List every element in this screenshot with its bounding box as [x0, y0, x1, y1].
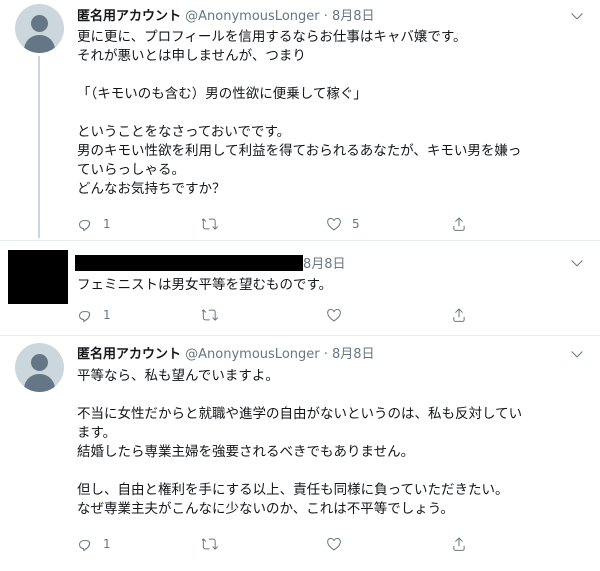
- tweet-header: 8月8日: [75, 255, 346, 274]
- tweet-actions: 1: [0, 534, 600, 554]
- like-icon: [326, 216, 342, 232]
- user-handle[interactable]: @AnonymousLonger: [185, 9, 319, 24]
- share-icon: [451, 216, 467, 232]
- reply-count: 1: [103, 537, 111, 551]
- like-count: 5: [352, 217, 360, 231]
- tweet-date[interactable]: 8月8日: [303, 257, 346, 272]
- retweet-button[interactable]: [202, 534, 228, 554]
- separator-dot: ·: [319, 9, 333, 24]
- default-avatar-icon[interactable]: [15, 343, 64, 392]
- like-icon: [326, 307, 342, 323]
- retweet-icon: [202, 216, 218, 232]
- tweet-2[interactable]: 8月8日 フェミニストは男女平等を望むものです。 1: [0, 241, 600, 333]
- like-button[interactable]: [326, 534, 352, 554]
- display-name[interactable]: 匿名用アカウント: [77, 9, 181, 24]
- reply-count: 1: [103, 308, 111, 322]
- share-button[interactable]: [451, 305, 467, 325]
- reply-button[interactable]: 1: [77, 534, 111, 554]
- like-button[interactable]: [326, 305, 352, 325]
- chevron-down-icon[interactable]: [569, 255, 585, 271]
- tweet-header: 匿名用アカウント @AnonymousLonger · 8月8日: [77, 346, 375, 364]
- reply-button[interactable]: 1: [77, 214, 111, 234]
- reply-icon: [77, 536, 93, 552]
- share-button[interactable]: [451, 534, 467, 554]
- share-button[interactable]: [451, 214, 467, 234]
- tweet-text: フェミニストは男女平等を望むものです。: [77, 277, 333, 293]
- like-button[interactable]: 5: [326, 214, 360, 234]
- tweet-date[interactable]: 8月8日: [332, 347, 375, 362]
- tweet-actions: 1 5: [0, 214, 600, 234]
- reply-button[interactable]: 1: [77, 305, 111, 325]
- share-icon: [451, 536, 467, 552]
- retweet-icon: [202, 307, 218, 323]
- display-name[interactable]: 匿名用アカウント: [77, 347, 181, 362]
- tweet-actions: 1: [0, 305, 600, 325]
- like-icon: [326, 536, 342, 552]
- tweet-3[interactable]: 匿名用アカウント @AnonymousLonger · 8月8日 平等なら、私も…: [0, 336, 600, 571]
- tweet-1[interactable]: 匿名用アカウント @AnonymousLonger · 8月8日 更に更に、プロ…: [0, 0, 600, 238]
- reply-count: 1: [103, 217, 111, 231]
- redacted-user-name: [75, 255, 303, 271]
- separator-dot: ·: [319, 347, 333, 362]
- redacted-avatar: [8, 250, 68, 304]
- tweet-text: 平等なら、私も望んでいますよ。 不当に女性だからと就職や進学の自由がないというの…: [77, 368, 523, 517]
- tweet-text: 更に更に、プロフィールを信用するならお仕事はキャバ嬢です。 それが悪いとは申しま…: [77, 29, 522, 197]
- user-handle[interactable]: @AnonymousLonger: [185, 347, 319, 362]
- thread-connector-line: [38, 56, 40, 238]
- reply-icon: [77, 216, 93, 232]
- share-icon: [451, 307, 467, 323]
- default-avatar-icon[interactable]: [15, 4, 64, 53]
- retweet-icon: [202, 536, 218, 552]
- chevron-down-icon[interactable]: [569, 346, 585, 362]
- retweet-button[interactable]: [202, 305, 228, 325]
- reply-icon: [77, 307, 93, 323]
- chevron-down-icon[interactable]: [569, 8, 585, 24]
- tweet-header: 匿名用アカウント @AnonymousLonger · 8月8日: [77, 8, 375, 26]
- retweet-button[interactable]: [202, 214, 228, 234]
- tweet-date[interactable]: 8月8日: [332, 9, 375, 24]
